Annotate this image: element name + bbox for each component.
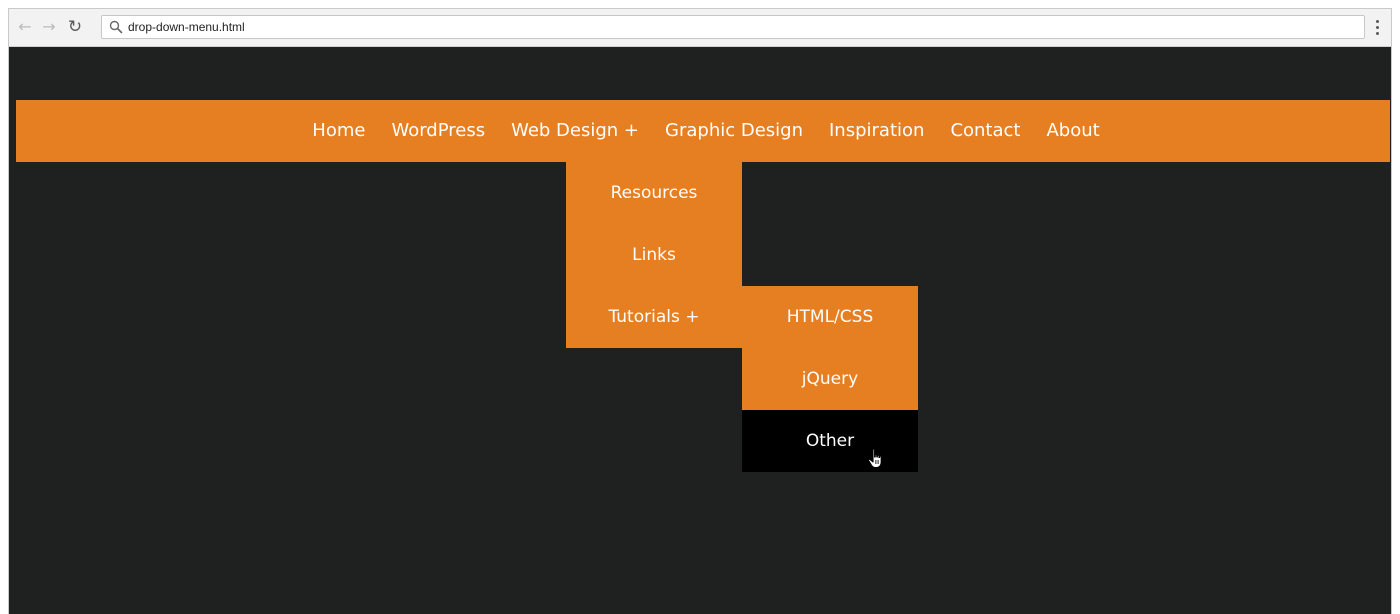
browser-window: ← → ↻ drop-down-menu.html Home WordPress…	[8, 8, 1392, 614]
nav-item-about[interactable]: About	[1033, 100, 1112, 162]
arrow-right-icon[interactable]: →	[39, 17, 59, 37]
nav-item-contact[interactable]: Contact	[937, 100, 1033, 162]
hand-pointer-cursor-icon	[867, 448, 882, 469]
tutorials-submenu: HTML/CSS jQuery Other	[742, 286, 918, 472]
submenu-item-html-css[interactable]: HTML/CSS	[742, 286, 918, 348]
reload-icon[interactable]: ↻	[65, 17, 85, 37]
address-text: drop-down-menu.html	[128, 20, 245, 34]
nav-item-wordpress[interactable]: WordPress	[378, 100, 498, 162]
nav-item-web-design[interactable]: Web Design +	[498, 100, 652, 162]
main-navbar: Home WordPress Web Design + Graphic Desi…	[16, 100, 1390, 162]
browser-toolbar: ← → ↻ drop-down-menu.html	[9, 9, 1391, 47]
dropdown-item-resources[interactable]: Resources	[566, 162, 742, 224]
dropdown-item-links[interactable]: Links	[566, 224, 742, 286]
address-bar[interactable]: drop-down-menu.html	[101, 15, 1365, 39]
web-design-dropdown: Resources Links Tutorials +	[566, 162, 742, 348]
submenu-item-jquery[interactable]: jQuery	[742, 348, 918, 410]
nav-item-home[interactable]: Home	[299, 100, 378, 162]
arrow-left-icon[interactable]: ←	[15, 17, 35, 37]
page-viewport: Home WordPress Web Design + Graphic Desi…	[9, 47, 1391, 614]
submenu-item-other[interactable]: Other	[742, 410, 918, 472]
kebab-menu-icon[interactable]	[1371, 17, 1383, 37]
dropdown-item-tutorials[interactable]: Tutorials +	[566, 286, 742, 348]
nav-list: Home WordPress Web Design + Graphic Desi…	[16, 100, 1390, 162]
nav-item-graphic-design[interactable]: Graphic Design	[652, 100, 816, 162]
search-icon	[109, 20, 123, 34]
nav-item-inspiration[interactable]: Inspiration	[816, 100, 937, 162]
